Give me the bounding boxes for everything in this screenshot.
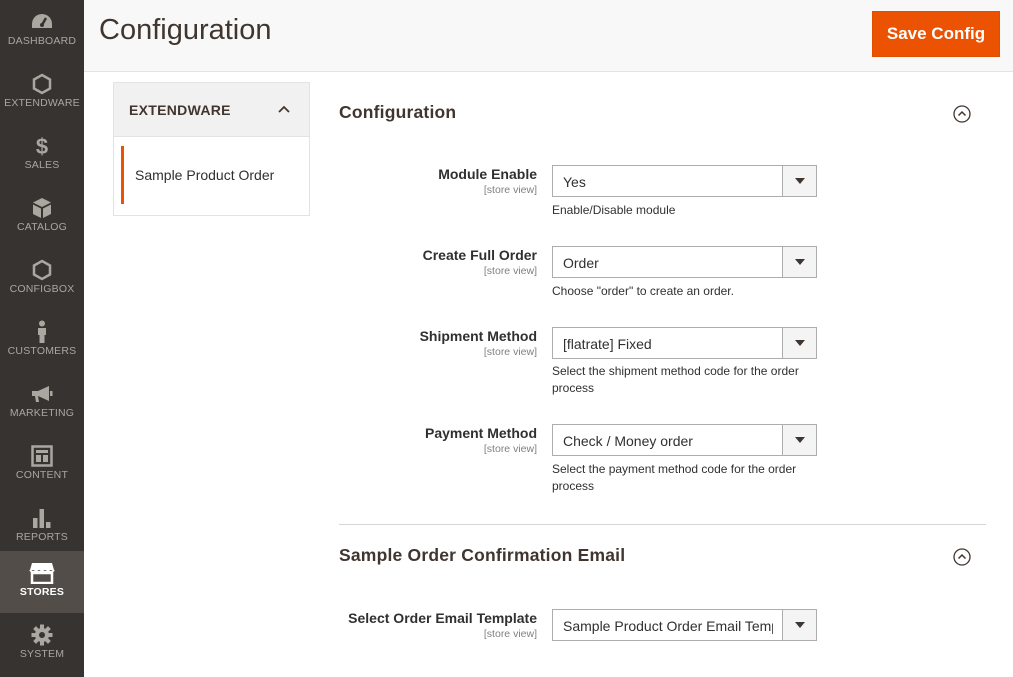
field-label-email-template: Select Order Email Template [store view]	[348, 610, 537, 640]
section-title-confirmation-email: Sample Order Confirmation Email	[339, 545, 626, 565]
svg-text:$: $	[36, 135, 48, 157]
scope-text: [store view]	[483, 265, 537, 277]
nav-sales[interactable]: $ SALES	[0, 124, 84, 186]
gear-icon	[0, 624, 84, 646]
field-label-module-enable: Module Enable [store view]	[438, 166, 537, 196]
cube-icon	[0, 197, 84, 219]
chevron-up-icon	[276, 101, 292, 117]
dropdown-arrow-icon	[782, 247, 816, 277]
label-text: Shipment Method	[419, 328, 537, 344]
label-text: Module Enable	[438, 166, 537, 182]
collapse-up-icon[interactable]	[953, 105, 971, 123]
field-note: Choose "order" to create an order.	[552, 284, 734, 298]
tab-group-extendware[interactable]: EXTENDWARE	[114, 83, 309, 137]
section-divider	[339, 524, 986, 525]
nav-content[interactable]: CONTENT	[0, 434, 84, 496]
shipment-method-select[interactable]: [flatrate] Fixed	[552, 327, 817, 359]
field-label-shipment-method: Shipment Method [store view]	[420, 328, 537, 358]
select-value: Sample Product Order Email Template	[563, 618, 773, 634]
page-header: Configuration Save Config	[84, 0, 1013, 72]
store-icon	[0, 562, 84, 584]
nav-reports[interactable]: REPORTS	[0, 496, 84, 558]
nav-marketing[interactable]: MARKETING	[0, 372, 84, 434]
field-label-payment-method: Payment Method [store view]	[425, 425, 537, 455]
nav-customers[interactable]: CUSTOMERS	[0, 310, 84, 372]
scope-text: [store view]	[483, 346, 537, 358]
nav-label: DASHBOARD	[7, 35, 77, 47]
select-value: Yes	[563, 174, 586, 190]
select-value: Check / Money order	[563, 433, 693, 449]
email-template-select[interactable]: Sample Product Order Email Template	[552, 609, 817, 641]
nav-label: STORES	[19, 586, 65, 598]
tab-group-title: EXTENDWARE	[129, 102, 231, 118]
select-value: Order	[563, 255, 599, 271]
nav-stores[interactable]: STORES	[0, 551, 84, 613]
person-icon	[0, 320, 84, 343]
dollar-icon: $	[0, 135, 84, 157]
page-title: Configuration	[99, 14, 272, 46]
hexagon-icon	[0, 259, 84, 281]
nav-label: MARKETING	[9, 407, 75, 419]
dropdown-arrow-icon	[782, 425, 816, 455]
payment-method-select[interactable]: Check / Money order	[552, 424, 817, 456]
field-label-create-full-order: Create Full Order [store view]	[423, 247, 537, 277]
nav-configbox[interactable]: CONFIGBOX	[0, 248, 84, 310]
bar-chart-icon	[0, 507, 84, 529]
nav-label: CONFIGBOX	[9, 283, 75, 295]
save-config-button[interactable]: Save Config	[872, 11, 1000, 57]
label-text: Select Order Email Template	[348, 610, 537, 626]
scope-text: [store view]	[483, 184, 537, 196]
nav-label: REPORTS	[16, 531, 68, 543]
admin-sidebar: DASHBOARD EXTENDWARE $ SALES CATALOG CON…	[0, 0, 84, 677]
nav-catalog[interactable]: CATALOG	[0, 186, 84, 248]
dropdown-arrow-icon	[782, 610, 816, 640]
tab-sample-product-order[interactable]: Sample Product Order	[121, 146, 309, 204]
dropdown-arrow-icon	[782, 328, 816, 358]
nav-label: SALES	[24, 159, 60, 171]
label-text: Payment Method	[424, 425, 537, 441]
scope-text: [store view]	[483, 628, 537, 640]
layout-icon	[0, 445, 84, 467]
collapse-up-icon[interactable]	[953, 548, 971, 566]
field-note: Select the shipment method code for the …	[552, 364, 799, 395]
nav-label: SYSTEM	[19, 648, 65, 660]
nav-label: EXTENDWARE	[4, 97, 80, 109]
select-value: [flatrate] Fixed	[563, 336, 652, 352]
field-note: Enable/Disable module	[552, 203, 676, 217]
dashboard-icon	[0, 11, 84, 33]
tab-label: Sample Product Order	[135, 167, 275, 183]
nav-label: CONTENT	[15, 469, 69, 481]
create-full-order-select[interactable]: Order	[552, 246, 817, 278]
nav-system[interactable]: SYSTEM	[0, 613, 84, 675]
scope-text: [store view]	[483, 443, 537, 455]
module-enable-select[interactable]: Yes	[552, 165, 817, 197]
field-note: Select the payment method code for the o…	[552, 462, 797, 493]
config-tabs: EXTENDWARE Sample Product Order	[113, 82, 310, 216]
nav-dashboard[interactable]: DASHBOARD	[0, 0, 84, 62]
nav-label: CUSTOMERS	[7, 345, 77, 357]
hexagon-icon	[0, 73, 84, 95]
dropdown-arrow-icon	[782, 166, 816, 196]
nav-extendware[interactable]: EXTENDWARE	[0, 62, 84, 124]
megaphone-icon	[0, 383, 84, 405]
nav-label: CATALOG	[16, 221, 68, 233]
section-title-configuration: Configuration	[339, 102, 457, 122]
label-text: Create Full Order	[422, 247, 537, 263]
